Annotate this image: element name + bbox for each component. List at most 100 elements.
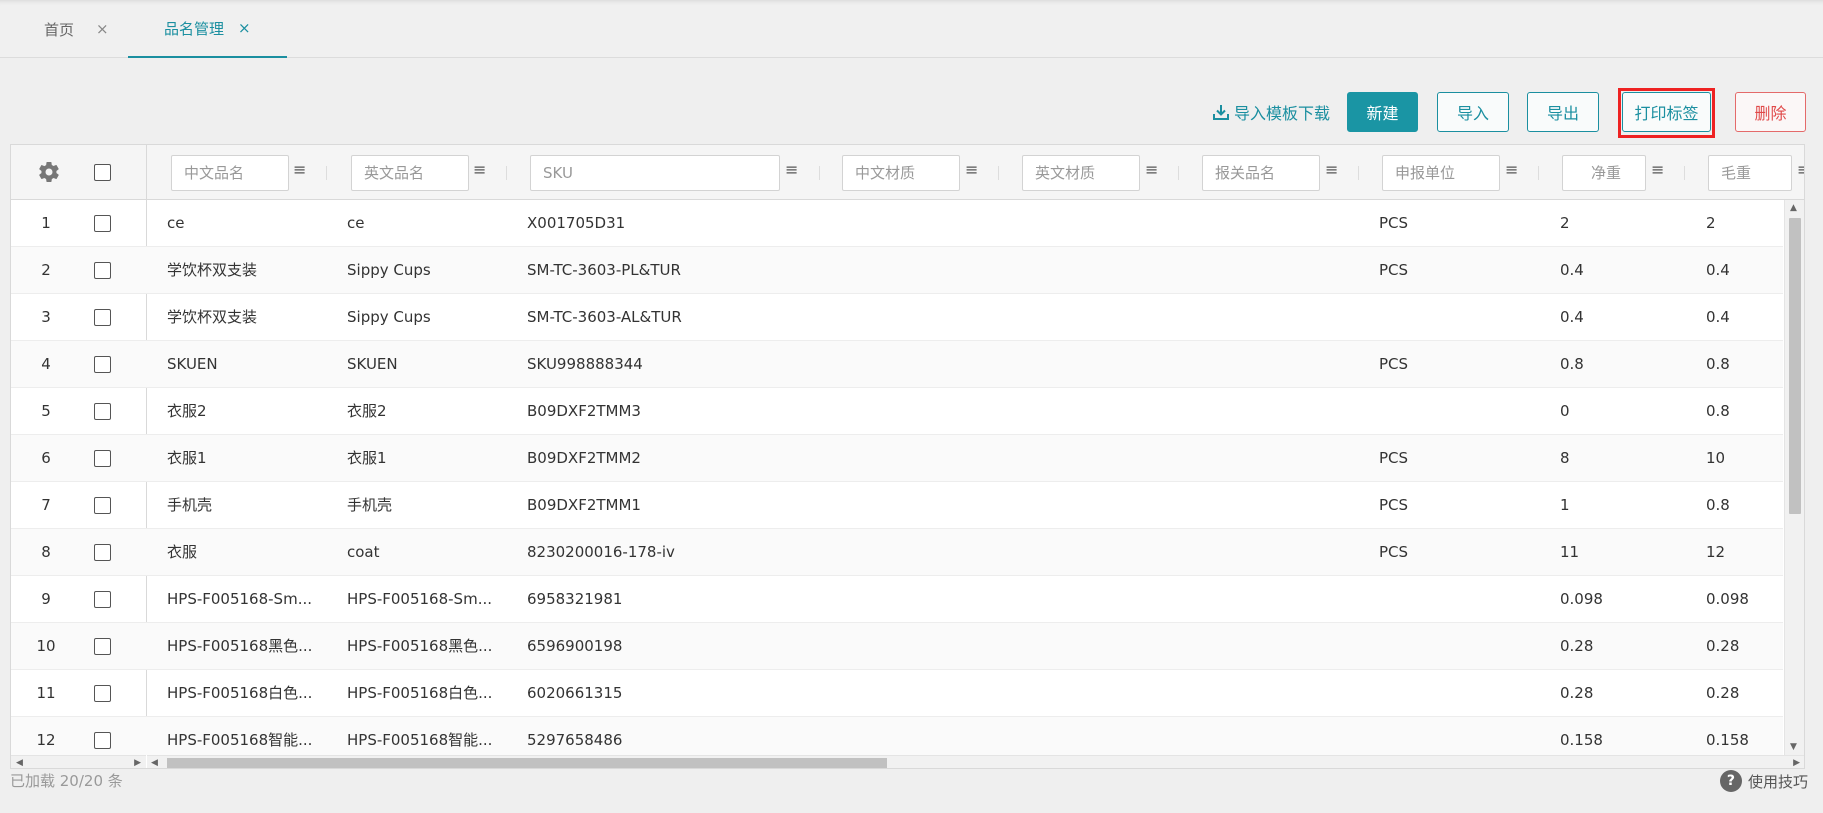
tab-product-name-management[interactable]: 品名管理 × (128, 0, 287, 58)
en-name-cell: coat (347, 543, 380, 561)
table-row[interactable]: 6 衣服1 衣服1 B09DXF2TMM2 PCS 8 10 (11, 435, 1783, 482)
cn-name-cell: ce (167, 214, 185, 232)
row-checkbox[interactable] (94, 591, 111, 608)
cn-name-cell: 衣服2 (167, 402, 207, 420)
vertical-scrollbar[interactable]: ▲ ▼ (1784, 200, 1804, 755)
en-name-cell: HPS-F005168白色... (347, 684, 493, 702)
tab-home[interactable]: 首页 × (44, 0, 109, 58)
unit-cell: PCS (1379, 214, 1409, 232)
row-checkbox[interactable] (94, 356, 111, 373)
sku-cell: SKU998888344 (527, 355, 643, 373)
table-row[interactable]: 5 衣服2 衣服2 B09DXF2TMM3 0 0.8 (11, 388, 1783, 435)
row-checkbox[interactable] (94, 309, 111, 326)
en-material-filter-input[interactable] (1022, 155, 1140, 191)
row-index: 10 (36, 637, 56, 655)
gross-weight-cell: 0.4 (1706, 261, 1730, 279)
unit-filter-input[interactable] (1382, 155, 1500, 191)
pinned-scroll-right-icon[interactable]: ▶ (134, 756, 141, 768)
select-all-checkbox[interactable] (94, 164, 111, 181)
table-row[interactable]: 12 HPS-F005168智能... HPS-F005168智能... 529765… (11, 717, 1783, 755)
scroll-right-icon[interactable]: ▶ (1793, 756, 1800, 768)
row-index: 2 (41, 261, 51, 279)
table-row[interactable]: 7 手机壳 手机壳 B09DXF2TMM1 PCS 1 0.8 (11, 482, 1783, 529)
net-weight-filter-input[interactable] (1562, 155, 1646, 191)
column-separator (1538, 166, 1539, 180)
gear-icon[interactable] (37, 160, 61, 184)
row-checkbox[interactable] (94, 215, 111, 232)
row-index: 3 (41, 308, 51, 326)
en-name-filter-input[interactable] (351, 155, 469, 191)
cn-name-column-menu-icon[interactable]: ≡ (293, 160, 306, 179)
net-weight-column-menu-icon[interactable]: ≡ (1651, 160, 1664, 179)
unit-cell (1379, 576, 1479, 623)
scroll-left-icon[interactable]: ◀ (151, 756, 158, 768)
table-row[interactable]: 8 衣服 coat 8230200016-178-iv PCS 11 12 (11, 529, 1783, 576)
gross-weight-column-menu-icon[interactable]: ≡ (1797, 160, 1804, 179)
column-separator (1684, 166, 1685, 180)
row-checkbox[interactable] (94, 544, 111, 561)
print-label-button[interactable]: 打印标签 (1622, 92, 1711, 132)
tab-home-close-icon[interactable]: × (96, 20, 109, 38)
cn-name-cell: 衣服1 (167, 449, 207, 467)
scroll-down-icon[interactable]: ▼ (1790, 742, 1797, 752)
unit-cell (1379, 717, 1479, 755)
table-row[interactable]: 11 HPS-F005168白色... HPS-F005168白色... 602066… (11, 670, 1783, 717)
cn-name-cell: 学饮杯双支装 (167, 308, 258, 326)
gross-weight-cell: 10 (1706, 449, 1726, 467)
sku-cell: X001705D31 (527, 214, 626, 232)
delete-button[interactable]: 删除 (1735, 92, 1806, 132)
column-separator (326, 166, 327, 180)
sku-column-menu-icon[interactable]: ≡ (785, 160, 798, 179)
en-name-cell: 衣服2 (347, 402, 387, 420)
horizontal-scrollbar[interactable]: ◀ ▶ (147, 755, 1804, 768)
cn-name-cell: HPS-F005168智能... (167, 731, 313, 749)
usage-tips-label: 使用技巧 (1747, 772, 1808, 791)
sku-filter-input[interactable] (530, 155, 780, 191)
scroll-up-icon[interactable]: ▲ (1790, 203, 1797, 213)
table-row[interactable]: 2 学饮杯双支装 Sippy Cups SM-TC-3603-PL&TUR PCS 0.4… (11, 247, 1783, 294)
row-checkbox[interactable] (94, 403, 111, 420)
unit-column-menu-icon[interactable]: ≡ (1505, 160, 1518, 179)
tab-product-close-icon[interactable]: × (238, 19, 251, 37)
net-weight-cell: 1 (1560, 496, 1570, 514)
sku-cell: SM-TC-3603-AL&TUR (527, 308, 682, 326)
row-checkbox[interactable] (94, 497, 111, 514)
row-checkbox[interactable] (94, 638, 111, 655)
customs-name-filter-input[interactable] (1202, 155, 1320, 191)
gross-weight-filter-input[interactable] (1708, 155, 1792, 191)
sku-cell: B09DXF2TMM3 (527, 402, 641, 420)
en-material-column-menu-icon[interactable]: ≡ (1145, 160, 1158, 179)
customs-name-column-menu-icon[interactable]: ≡ (1325, 160, 1338, 179)
row-index: 5 (41, 402, 51, 420)
export-button[interactable]: 导出 (1527, 92, 1599, 132)
new-button[interactable]: 新建 (1347, 92, 1418, 132)
horizontal-scroll-thumb[interactable] (167, 758, 887, 768)
net-weight-cell: 0.158 (1560, 731, 1603, 749)
table-row[interactable]: 10 HPS-F005168黑色... HPS-F005168黑色... 659690… (11, 623, 1783, 670)
pinned-horizontal-scrollbar[interactable]: ◀ ▶ (11, 755, 146, 768)
grid-header: ≡ ≡ ≡ ≡ ≡ ≡ ≡ ≡ ≡ (11, 145, 1804, 200)
table-row[interactable]: 9 HPS-F005168-Sm... HPS-F005168-Sm... 69583… (11, 576, 1783, 623)
cn-material-column-menu-icon[interactable]: ≡ (965, 160, 978, 179)
table-row[interactable]: 1 ce ce X001705D31 PCS 2 2 (11, 200, 1783, 247)
table-row[interactable]: 4 SKUEN SKUEN SKU998888344 PCS 0.8 0.8 (11, 341, 1783, 388)
cn-material-filter-input[interactable] (842, 155, 960, 191)
gross-weight-cell: 12 (1706, 543, 1726, 561)
row-checkbox[interactable] (94, 732, 111, 749)
cn-name-filter-input[interactable] (171, 155, 289, 191)
cn-name-cell: 衣服 (167, 543, 198, 561)
pinned-scroll-left-icon[interactable]: ◀ (16, 756, 23, 768)
row-checkbox[interactable] (94, 262, 111, 279)
row-checkbox[interactable] (94, 450, 111, 467)
en-name-cell: Sippy Cups (347, 261, 431, 279)
import-template-download-link[interactable]: 导入模板下载 (1212, 92, 1330, 132)
net-weight-cell: 0.098 (1560, 590, 1603, 608)
tab-bar: 首页 × 品名管理 × (0, 0, 1823, 58)
row-checkbox[interactable] (94, 685, 111, 702)
en-name-cell: Sippy Cups (347, 308, 431, 326)
table-row[interactable]: 3 学饮杯双支装 Sippy Cups SM-TC-3603-AL&TUR 0.4 0.4 (11, 294, 1783, 341)
usage-tips-link[interactable]: ? 使用技巧 (1719, 770, 1808, 792)
import-button[interactable]: 导入 (1437, 92, 1509, 132)
vertical-scroll-thumb[interactable] (1789, 218, 1801, 514)
en-name-column-menu-icon[interactable]: ≡ (473, 160, 486, 179)
